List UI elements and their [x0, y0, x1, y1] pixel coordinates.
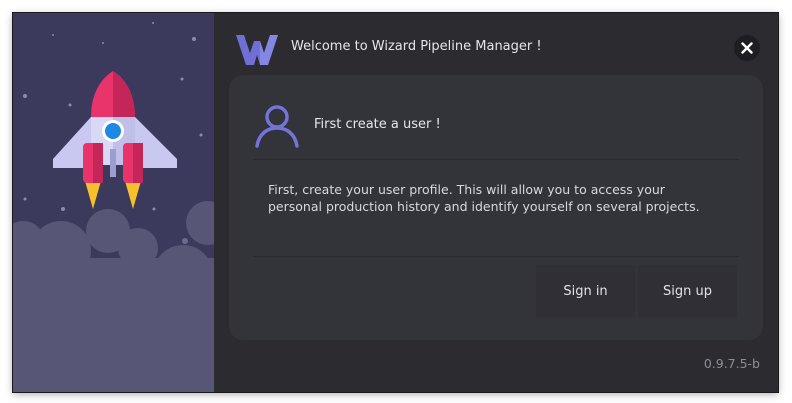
create-user-card: First create a user ! First, create your…: [229, 75, 763, 340]
version-label: 0.9.7.5-b: [703, 356, 760, 371]
card-title: First create a user !: [314, 117, 441, 132]
sign-up-button[interactable]: Sign up: [638, 265, 737, 317]
window-title: Welcome to Wizard Pipeline Manager !: [291, 39, 542, 54]
close-button[interactable]: [734, 35, 760, 61]
divider: [253, 159, 739, 160]
sign-in-button[interactable]: Sign in: [536, 265, 635, 317]
wizard-logo-icon: [234, 31, 280, 67]
rocket-illustration: [13, 13, 214, 392]
main-panel: Welcome to Wizard Pipeline Manager ! Fir…: [214, 13, 778, 392]
user-icon: [253, 102, 301, 148]
card-description: First, create your user profile. This wi…: [268, 182, 700, 214]
welcome-dialog: Welcome to Wizard Pipeline Manager ! Fir…: [13, 13, 778, 392]
close-icon: [741, 42, 753, 54]
divider: [253, 256, 739, 257]
sidebar-illustration: [13, 13, 214, 392]
